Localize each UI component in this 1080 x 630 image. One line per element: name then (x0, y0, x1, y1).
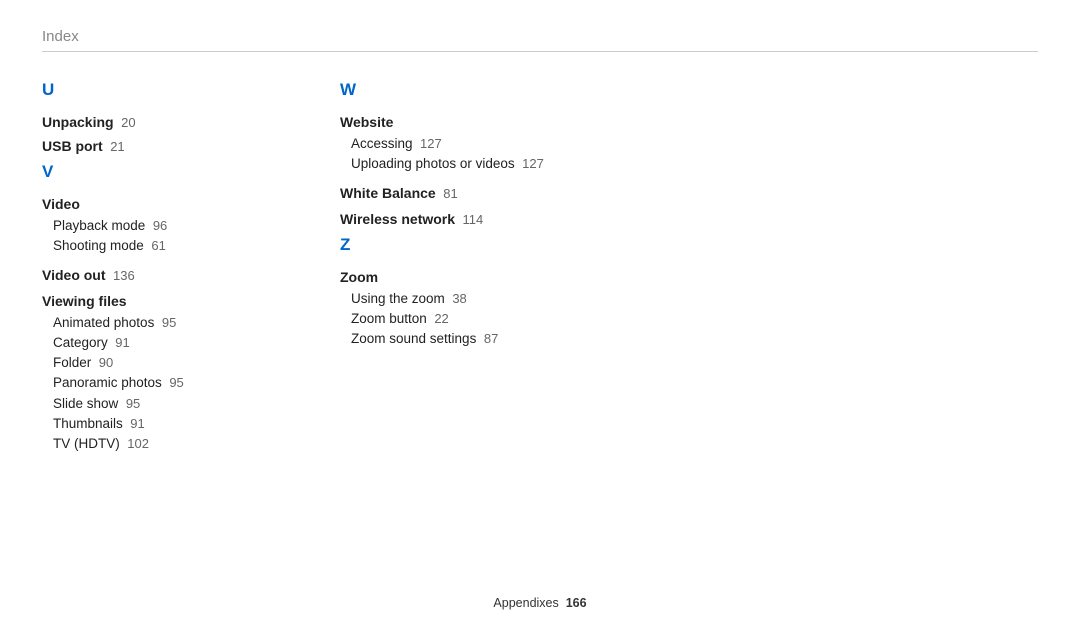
letter-w: W (340, 80, 560, 100)
sub-panoramic-photos: Panoramic photos 95 (53, 373, 262, 393)
entry-label: White Balance (340, 185, 436, 201)
sub-page: 127 (522, 156, 544, 171)
letter-u: U (42, 80, 262, 100)
entry-white-balance: White Balance 81 (340, 185, 560, 201)
entry-video: Video (42, 196, 262, 212)
sub-label: TV (HDTV) (53, 436, 120, 451)
entry-page-num: 20 (121, 115, 135, 130)
sub-folder: Folder 90 (53, 353, 262, 373)
sub-label: Zoom button (351, 311, 427, 326)
entry-label: Unpacking (42, 114, 114, 130)
sub-page: 61 (151, 238, 165, 253)
entry-wireless-network: Wireless network 114 (340, 211, 560, 227)
sub-label: Animated photos (53, 315, 154, 330)
sub-slide-show: Slide show 95 (53, 394, 262, 414)
sub-label: Category (53, 335, 108, 350)
sub-page: 90 (99, 355, 113, 370)
sub-label: Accessing (351, 136, 413, 151)
entry-page-num: 114 (463, 212, 484, 227)
sub-label: Slide show (53, 396, 118, 411)
entry-viewing-files: Viewing files (42, 293, 262, 309)
sub-page: 91 (115, 335, 129, 350)
sub-label: Panoramic photos (53, 375, 162, 390)
website-sublist: Accessing 127 Uploading photos or videos… (351, 134, 560, 175)
sub-thumbnails: Thumbnails 91 (53, 414, 262, 434)
index-columns: U Unpacking 20 USB port 21 V Video Playb… (42, 78, 1038, 462)
sub-animated-photos: Animated photos 95 (53, 313, 262, 333)
sub-page: 127 (420, 136, 442, 151)
sub-page: 95 (162, 315, 176, 330)
sub-shooting-mode: Shooting mode 61 (53, 236, 262, 256)
video-sublist: Playback mode 96 Shooting mode 61 (53, 216, 262, 257)
sub-tv-hdtv: TV (HDTV) 102 (53, 434, 262, 454)
entry-website: Website (340, 114, 560, 130)
sub-label: Zoom sound settings (351, 331, 476, 346)
sub-label: Playback mode (53, 218, 145, 233)
entry-label: Video out (42, 267, 106, 283)
sub-page: 96 (153, 218, 167, 233)
sub-page: 102 (127, 436, 149, 451)
entry-label: USB port (42, 138, 103, 154)
sub-zoom-sound-settings: Zoom sound settings 87 (351, 329, 560, 349)
sub-page: 87 (484, 331, 498, 346)
footer-section: Appendixes (493, 596, 558, 610)
entry-page-num: 81 (443, 186, 457, 201)
sub-label: Shooting mode (53, 238, 144, 253)
entry-unpacking: Unpacking 20 (42, 114, 262, 130)
letter-v: V (42, 162, 262, 182)
sub-using-the-zoom: Using the zoom 38 (351, 289, 560, 309)
footer-page-number: 166 (566, 596, 587, 610)
sub-page: 22 (434, 311, 448, 326)
sub-accessing: Accessing 127 (351, 134, 560, 154)
page-footer: Appendixes 166 (0, 596, 1080, 610)
sub-label: Folder (53, 355, 91, 370)
sub-page: 95 (126, 396, 140, 411)
entry-page-num: 136 (113, 268, 135, 283)
sub-playback-mode: Playback mode 96 (53, 216, 262, 236)
viewing-sublist: Animated photos 95 Category 91 Folder 90… (53, 313, 262, 455)
zoom-sublist: Using the zoom 38 Zoom button 22 Zoom so… (351, 289, 560, 350)
sub-category: Category 91 (53, 333, 262, 353)
sub-page: 38 (452, 291, 466, 306)
sub-label: Using the zoom (351, 291, 445, 306)
header-title: Index (42, 28, 1038, 45)
entry-label: Wireless network (340, 211, 455, 227)
sub-label: Uploading photos or videos (351, 156, 515, 171)
page-header: Index (42, 28, 1038, 52)
entry-usb-port: USB port 21 (42, 138, 262, 154)
entry-video-out: Video out 136 (42, 267, 262, 283)
column-2: W Website Accessing 127 Uploading photos… (340, 78, 560, 462)
sub-uploading: Uploading photos or videos 127 (351, 154, 560, 174)
sub-label: Thumbnails (53, 416, 123, 431)
letter-z: Z (340, 235, 560, 255)
sub-zoom-button: Zoom button 22 (351, 309, 560, 329)
entry-zoom: Zoom (340, 269, 560, 285)
entry-page-num: 21 (110, 139, 124, 154)
column-1: U Unpacking 20 USB port 21 V Video Playb… (42, 78, 262, 462)
sub-page: 91 (130, 416, 144, 431)
sub-page: 95 (169, 375, 183, 390)
